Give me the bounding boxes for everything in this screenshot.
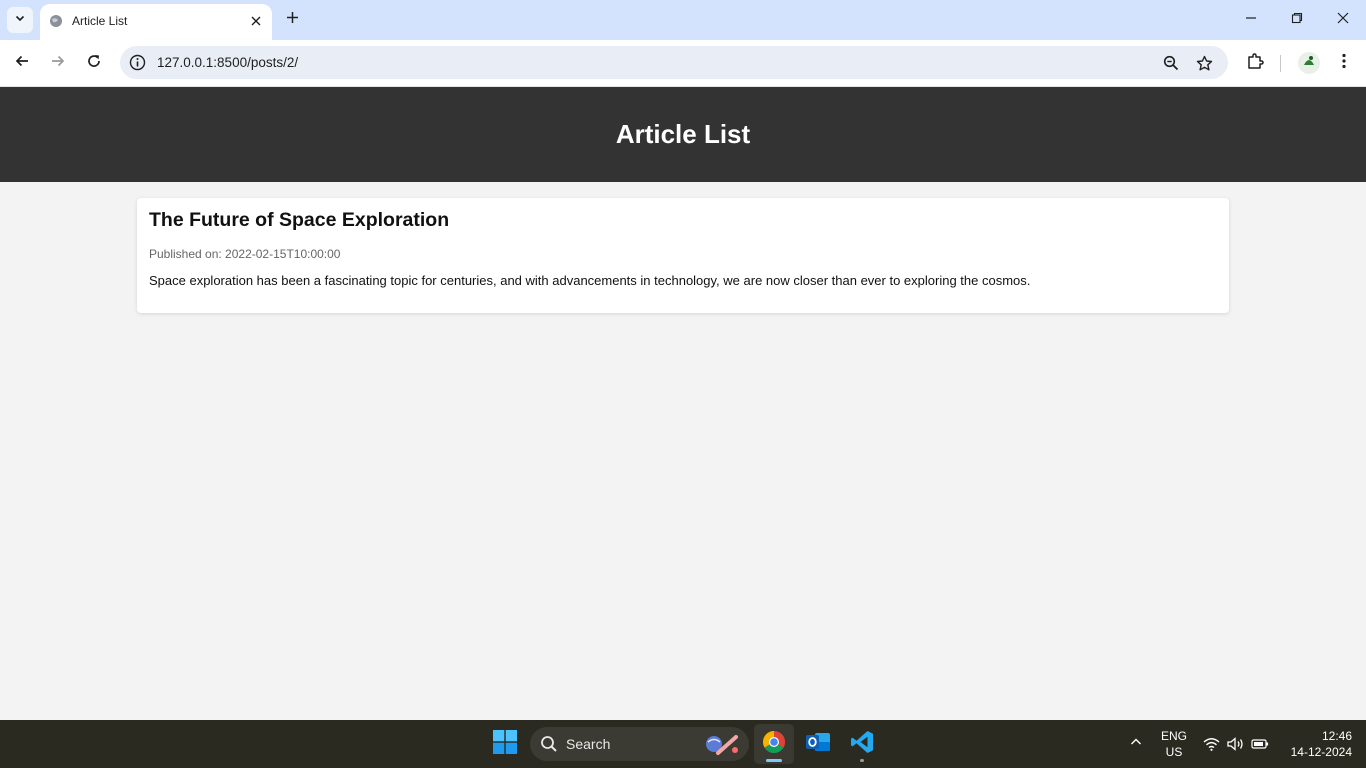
back-button[interactable]: [12, 53, 32, 73]
chevron-down-icon: [14, 11, 26, 29]
browser-tab-active[interactable]: Article List: [40, 4, 272, 40]
volume-icon[interactable]: [1227, 735, 1245, 753]
windows-logo-icon: [493, 729, 517, 759]
profile-icon: [1301, 53, 1317, 74]
kebab-menu-icon: [1342, 53, 1346, 74]
taskbar-vscode[interactable]: [842, 724, 882, 764]
new-tab-button[interactable]: [282, 10, 302, 30]
arrow-left-icon: [14, 53, 30, 74]
minimize-icon: [1245, 11, 1257, 29]
language-indicator[interactable]: ENG US: [1158, 728, 1190, 760]
browser-menu-button[interactable]: [1334, 53, 1354, 73]
url-text[interactable]: 127.0.0.1:8500/posts/2/: [157, 55, 298, 70]
system-clock[interactable]: 12:46 14-12-2024: [1282, 728, 1352, 760]
close-icon: [1337, 11, 1349, 29]
minimize-button[interactable]: [1241, 10, 1261, 30]
arrow-right-icon: [50, 53, 66, 74]
chrome-icon: [762, 730, 786, 759]
globe-icon: [49, 14, 63, 28]
close-window-button[interactable]: [1333, 10, 1353, 30]
article-summary: Space exploration has been a fascinating…: [149, 273, 1031, 288]
language-code: ENG: [1160, 729, 1187, 743]
taskbar-search[interactable]: Search: [530, 727, 749, 761]
browser-tab-strip: Article List: [0, 0, 1366, 40]
clock-time: 12:46: [1321, 729, 1352, 743]
start-button[interactable]: [485, 724, 525, 764]
taskbar-chrome[interactable]: [754, 724, 794, 764]
puzzle-icon: [1246, 52, 1264, 75]
address-bar[interactable]: 127.0.0.1:8500/posts/2/: [120, 46, 1228, 79]
show-hidden-icons-button[interactable]: [1127, 735, 1145, 753]
page-header: Article List: [0, 87, 1366, 182]
article-published-date: Published on: 2022-02-15T10:00:00: [149, 247, 341, 261]
taskbar-outlook[interactable]: [798, 724, 838, 764]
extensions-button[interactable]: [1245, 52, 1265, 75]
article-title: The Future of Space Exploration: [149, 209, 450, 231]
wifi-icon[interactable]: [1202, 735, 1220, 753]
search-highlight-icon: [702, 731, 742, 757]
profile-avatar[interactable]: [1298, 52, 1320, 74]
forward-button[interactable]: [48, 53, 68, 73]
chevron-up-icon: [1130, 735, 1142, 753]
keyboard-layout: US: [1165, 745, 1183, 759]
article-card: The Future of Space Exploration Publishe…: [137, 198, 1229, 313]
running-app-indicator: [860, 759, 864, 762]
toolbar-divider: [1280, 55, 1281, 72]
zoom-icon[interactable]: [1162, 54, 1180, 72]
tab-title: Article List: [72, 14, 128, 28]
info-icon[interactable]: [129, 54, 146, 71]
search-label: Search: [566, 736, 611, 752]
page-title: Article List: [615, 119, 751, 149]
active-app-indicator: [766, 759, 782, 762]
outlook-icon: [805, 730, 831, 759]
reload-icon: [86, 53, 102, 74]
browser-toolbar: 127.0.0.1:8500/posts/2/: [0, 40, 1366, 87]
plus-icon: [286, 11, 299, 29]
search-icon: [540, 735, 558, 753]
taskbar: Search ENG US 12:46 14-12-2024: [0, 720, 1366, 768]
reload-button[interactable]: [84, 53, 104, 73]
clock-date: 14-12-2024: [1290, 745, 1352, 759]
tab-search-button[interactable]: [7, 7, 33, 33]
battery-icon[interactable]: [1251, 735, 1269, 753]
bookmark-star-icon[interactable]: [1195, 54, 1213, 72]
close-tab-icon[interactable]: [248, 13, 264, 29]
restore-button[interactable]: [1287, 10, 1307, 30]
restore-icon: [1291, 11, 1303, 29]
vscode-icon: [850, 730, 874, 759]
